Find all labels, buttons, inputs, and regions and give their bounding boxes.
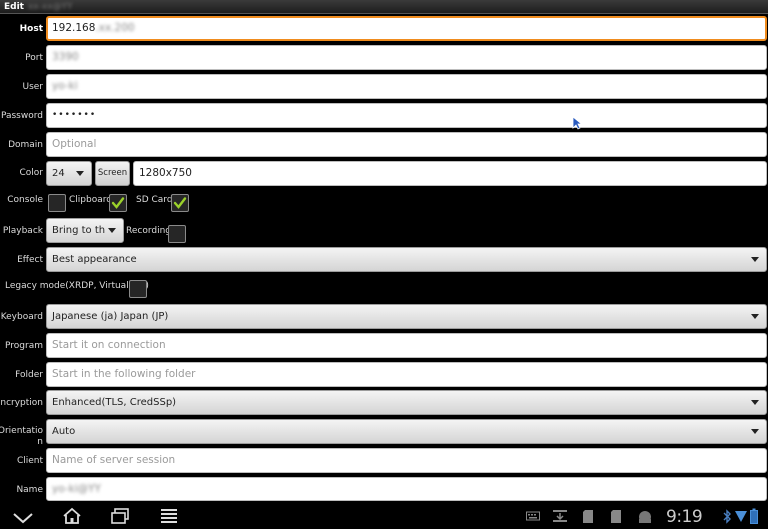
- chevron-down-icon: [751, 257, 759, 262]
- android-notification-icon: [639, 511, 651, 523]
- orientation-label-line2: n: [37, 437, 43, 447]
- battery-icon: [750, 508, 758, 524]
- wifi-icon: [735, 511, 747, 522]
- resolution-input[interactable]: 1280x750: [133, 161, 767, 186]
- color-depth-value: 24: [52, 168, 65, 179]
- chevron-down-icon: [751, 314, 759, 319]
- legacy-label: Legacy mode(XRDP, VirtualBox): [5, 281, 149, 291]
- color-label: Color: [19, 168, 44, 178]
- console-checkbox[interactable]: [48, 194, 66, 212]
- name-value: yo-ki@YY: [52, 483, 101, 495]
- clipboard-checkbox[interactable]: [109, 194, 127, 212]
- client-placeholder: Name of server session: [52, 454, 176, 466]
- status-clock: 9:19: [666, 507, 703, 527]
- encryption-spinner[interactable]: Enhanced(TLS, CredSSp): [46, 390, 767, 415]
- screen-button[interactable]: Screen: [95, 161, 130, 186]
- program-label: Program: [5, 341, 43, 351]
- sd-card-icon-2: [611, 510, 621, 523]
- playback-label: Playback: [2, 226, 43, 236]
- effect-value: Best appearance: [52, 254, 137, 265]
- window-title-bar: Edit xx-xx@YY: [0, 0, 768, 14]
- resolution-value: 1280x750: [139, 167, 192, 179]
- mouse-cursor-icon: [572, 116, 582, 130]
- port-value: 3390: [52, 51, 79, 63]
- user-value: yo-ki: [52, 80, 78, 92]
- orientation-label: Orientatio n: [0, 426, 43, 448]
- check-icon: [111, 197, 125, 209]
- client-input[interactable]: Name of server session: [46, 448, 767, 473]
- chevron-down-icon: [76, 171, 84, 176]
- window-title-suffix: xx-xx@YY: [27, 2, 73, 12]
- sd-card-icon: [583, 510, 593, 523]
- folder-input[interactable]: Start in the following folder: [46, 362, 767, 387]
- password-input[interactable]: •••••••: [46, 103, 767, 128]
- console-label: Console: [7, 195, 43, 205]
- program-placeholder: Start it on connection: [52, 339, 166, 351]
- recent-apps-icon[interactable]: [110, 507, 130, 525]
- encryption-value: Enhanced(TLS, CredSSp): [52, 397, 177, 408]
- port-input[interactable]: 3390: [46, 45, 767, 70]
- clipboard-label: Clipboard: [69, 195, 112, 205]
- orientation-value: Auto: [52, 426, 76, 437]
- orientation-label-line1: Orientatio: [0, 426, 43, 436]
- keyboard-label: Keyboard: [0, 312, 43, 322]
- host-input[interactable]: 192.168.xx.200: [46, 16, 767, 41]
- playback-spinner[interactable]: Bring to th: [46, 218, 124, 243]
- user-input[interactable]: yo-ki: [46, 74, 767, 99]
- host-value: 192.168: [52, 22, 96, 34]
- system-bar: [0, 503, 768, 529]
- color-depth-spinner[interactable]: 24: [46, 161, 92, 186]
- effect-label: Effect: [17, 255, 43, 265]
- home-icon[interactable]: [62, 507, 82, 525]
- menu-icon[interactable]: [160, 507, 178, 525]
- orientation-spinner[interactable]: Auto: [46, 419, 767, 444]
- sdcard-label: SD Card: [136, 195, 173, 205]
- port-label: Port: [25, 53, 43, 63]
- encryption-label: Encryption: [0, 398, 43, 408]
- effect-spinner[interactable]: Best appearance: [46, 247, 767, 272]
- name-label: Name: [16, 485, 43, 495]
- recording-label: Recording: [126, 226, 172, 236]
- domain-placeholder: Optional: [52, 138, 97, 150]
- client-label: Client: [16, 456, 43, 466]
- name-input[interactable]: yo-ki@YY: [46, 477, 767, 501]
- domain-input[interactable]: Optional: [46, 132, 767, 157]
- recording-checkbox[interactable]: [168, 225, 186, 243]
- window-title: Edit: [4, 2, 24, 12]
- back-chevron-icon[interactable]: [12, 512, 34, 524]
- chevron-down-icon: [751, 400, 759, 405]
- folder-placeholder: Start in the following folder: [52, 368, 196, 380]
- download-icon: [553, 510, 567, 522]
- chevron-down-icon: [108, 228, 116, 233]
- playback-value: Bring to th: [52, 225, 106, 236]
- keyboard-spinner[interactable]: Japanese (ja) Japan (JP): [46, 304, 767, 329]
- host-label: Host: [19, 24, 43, 34]
- chevron-down-icon: [751, 429, 759, 434]
- program-input[interactable]: Start it on connection: [46, 333, 767, 358]
- domain-label: Domain: [8, 140, 43, 150]
- host-value-blurred: .xx.200: [95, 22, 135, 34]
- check-icon: [173, 197, 187, 209]
- keyboard-icon: [526, 511, 540, 521]
- password-value: •••••••: [52, 110, 97, 120]
- sdcard-checkbox[interactable]: [171, 194, 189, 212]
- user-label: User: [22, 82, 43, 92]
- legacy-checkbox[interactable]: [129, 280, 147, 298]
- folder-label: Folder: [15, 370, 43, 380]
- password-label: Password: [0, 111, 43, 121]
- keyboard-value: Japanese (ja) Japan (JP): [52, 311, 169, 322]
- bluetooth-icon: [723, 509, 731, 524]
